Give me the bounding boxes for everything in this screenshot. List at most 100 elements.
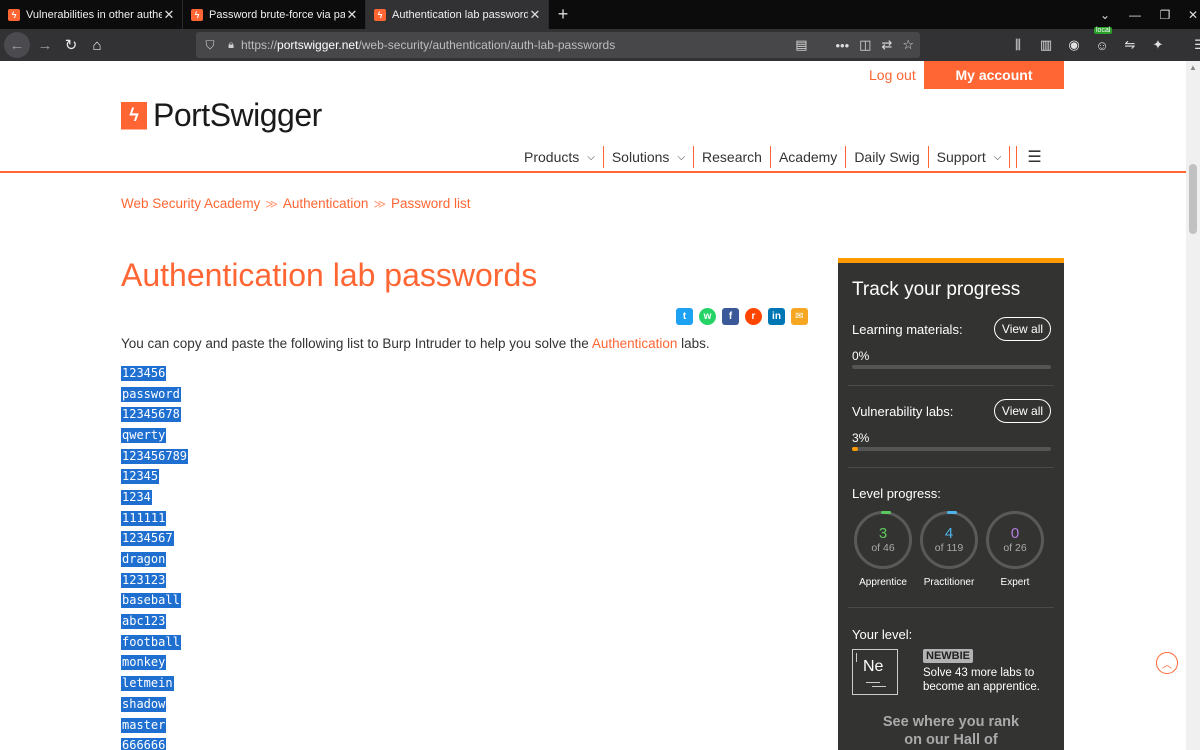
password-text[interactable]: football [121, 634, 181, 650]
password-text[interactable]: 123123 [121, 572, 167, 588]
browser-tab[interactable]: ϟ Password brute-force via passw ✕ [183, 0, 366, 29]
hall-of-fame-link[interactable]: See where you rank on our Hall of [838, 713, 1064, 749]
list-item: dragon [121, 549, 188, 570]
sidebar-icon[interactable]: ▥ [1036, 35, 1056, 55]
extension-local-icon[interactable]: ☺ local [1092, 27, 1113, 55]
password-text[interactable]: 123456 [121, 365, 167, 381]
nav-item-solutions[interactable]: Solutions ⌵ [604, 146, 695, 168]
local-badge: local [1094, 27, 1113, 34]
hamburger-menu-icon[interactable]: ☰ [1016, 146, 1042, 168]
password-text[interactable]: 12345 [121, 469, 160, 485]
authentication-link[interactable]: Authentication [592, 336, 678, 351]
scroll-to-top-button[interactable]: ︿ [1156, 652, 1178, 674]
password-text[interactable]: 1234567 [121, 531, 174, 547]
reddit-icon[interactable]: r [745, 308, 762, 325]
tab-title: Authentication lab passwords | [392, 8, 528, 21]
close-window-button[interactable]: ✕ [1178, 0, 1200, 29]
home-button[interactable]: ⌂ [84, 32, 110, 58]
back-button[interactable]: ← [4, 32, 30, 58]
level-progress-rings: 3 of 46 Apprentice 4 of 119 Practitioner… [852, 511, 1052, 597]
level-apprentice[interactable]: 3 of 46 Apprentice [853, 511, 913, 588]
nav-item-academy[interactable]: Academy [771, 146, 847, 168]
lock-icon[interactable]: 🔒︎ [221, 39, 241, 52]
password-text[interactable]: 123456789 [121, 448, 189, 464]
portswigger-logo[interactable]: ϟ PortSwigger [121, 97, 322, 134]
progress-ring: 4 of 119 [920, 511, 978, 569]
level-count: 0 [1010, 525, 1020, 542]
translate-icon[interactable]: ⇄ [881, 37, 892, 53]
password-text[interactable]: shadow [121, 696, 167, 712]
password-text[interactable]: 666666 [121, 738, 167, 750]
your-level-label: Your level: [852, 627, 913, 642]
linkedin-icon[interactable]: in [768, 308, 785, 325]
password-text[interactable]: 1234 [121, 489, 152, 505]
list-item: password [121, 384, 188, 405]
more-actions-icon[interactable]: ••• [835, 38, 849, 53]
password-text[interactable]: qwerty [121, 427, 167, 443]
browser-tab-active[interactable]: ϟ Authentication lab passwords | ✕ [366, 0, 549, 29]
breadcrumb-link-password-list[interactable]: Password list [391, 196, 471, 211]
new-tab-button[interactable]: + [549, 0, 577, 29]
divider [848, 607, 1054, 608]
password-text[interactable]: dragon [121, 552, 167, 568]
progress-panel: Track your progress Learning materials: … [838, 258, 1064, 750]
maximize-window-button[interactable]: ❐ [1150, 0, 1180, 29]
extension-translate-icon[interactable]: ⇋ [1120, 35, 1140, 55]
nav-item-daily-swig[interactable]: Daily Swig [846, 146, 929, 168]
twitter-icon[interactable]: t [676, 308, 693, 325]
list-item: 123456 [121, 363, 188, 384]
progress-ring: 0 of 26 [986, 511, 1044, 569]
reload-button[interactable]: ↻ [58, 32, 84, 58]
password-text[interactable]: master [121, 717, 167, 733]
url-host: portswigger.net [277, 38, 359, 52]
password-text[interactable]: password [121, 386, 181, 402]
scroll-up-arrow-icon[interactable]: ▲ [1186, 63, 1200, 72]
level-expert[interactable]: 0 of 26 Expert [985, 511, 1045, 588]
breadcrumb-link-authentication[interactable]: Authentication [283, 196, 369, 211]
nav-item-support[interactable]: Support ⌵ [929, 146, 1011, 168]
password-text[interactable]: 12345678 [121, 407, 181, 423]
url-text[interactable]: https://portswigger.net/web-security/aut… [241, 38, 615, 52]
close-icon[interactable]: ✕ [345, 7, 359, 23]
nav-label: Products [524, 149, 580, 165]
nav-item-research[interactable]: Research [694, 146, 771, 168]
close-icon[interactable]: ✕ [528, 7, 542, 23]
password-text[interactable]: 111111 [121, 510, 167, 526]
list-item: 123123 [121, 570, 188, 591]
password-text[interactable]: monkey [121, 655, 167, 671]
address-bar[interactable]: ⛉ 🔒︎ https://portswigger.net/web-securit… [196, 32, 920, 58]
logout-link[interactable]: Log out [869, 67, 916, 83]
page-scrollbar[interactable]: ▲ [1186, 61, 1200, 750]
close-icon[interactable]: ✕ [162, 7, 176, 23]
tracking-shield-icon[interactable]: ⛉ [199, 38, 221, 53]
password-text[interactable]: baseball [121, 593, 181, 609]
progress-arc [881, 511, 891, 514]
account-icon[interactable]: ◉ [1064, 35, 1084, 55]
password-text[interactable]: abc123 [121, 614, 167, 630]
view-all-labs-button[interactable]: View all [994, 399, 1051, 423]
view-all-learning-button[interactable]: View all [994, 317, 1051, 341]
library-icon[interactable]: ⫼ [1008, 35, 1028, 55]
url-path: /web-security/authentication/auth-lab-pa… [358, 38, 616, 52]
pocket-icon[interactable]: ◫ [859, 37, 871, 53]
hamburger-menu-icon[interactable]: ☰ [1190, 35, 1200, 55]
facebook-icon[interactable]: f [722, 308, 739, 325]
extension-icon[interactable]: ✦ [1148, 35, 1168, 55]
element-symbol-badge: Ne [852, 649, 898, 695]
list-item: monkey [121, 653, 188, 674]
browser-tab[interactable]: ϟ Vulnerabilities in other authenti ✕ [0, 0, 183, 29]
email-icon[interactable]: ✉ [791, 308, 808, 325]
badge-line [866, 682, 880, 683]
reader-view-icon[interactable]: ▤ [795, 37, 807, 53]
whatsapp-icon[interactable]: w [699, 308, 716, 325]
password-text[interactable]: letmein [121, 676, 174, 692]
breadcrumb-link-academy[interactable]: Web Security Academy [121, 196, 260, 211]
minimize-window-button[interactable]: — [1120, 0, 1150, 29]
tab-list-chevron-icon[interactable]: ⌄ [1090, 0, 1120, 29]
my-account-button[interactable]: My account [924, 61, 1064, 89]
forward-button[interactable]: → [32, 32, 58, 58]
nav-item-products[interactable]: Products ⌵ [516, 146, 604, 168]
scrollbar-thumb[interactable] [1189, 164, 1197, 234]
level-practitioner[interactable]: 4 of 119 Practitioner [919, 511, 979, 588]
bookmark-star-icon[interactable]: ☆ [902, 37, 914, 53]
